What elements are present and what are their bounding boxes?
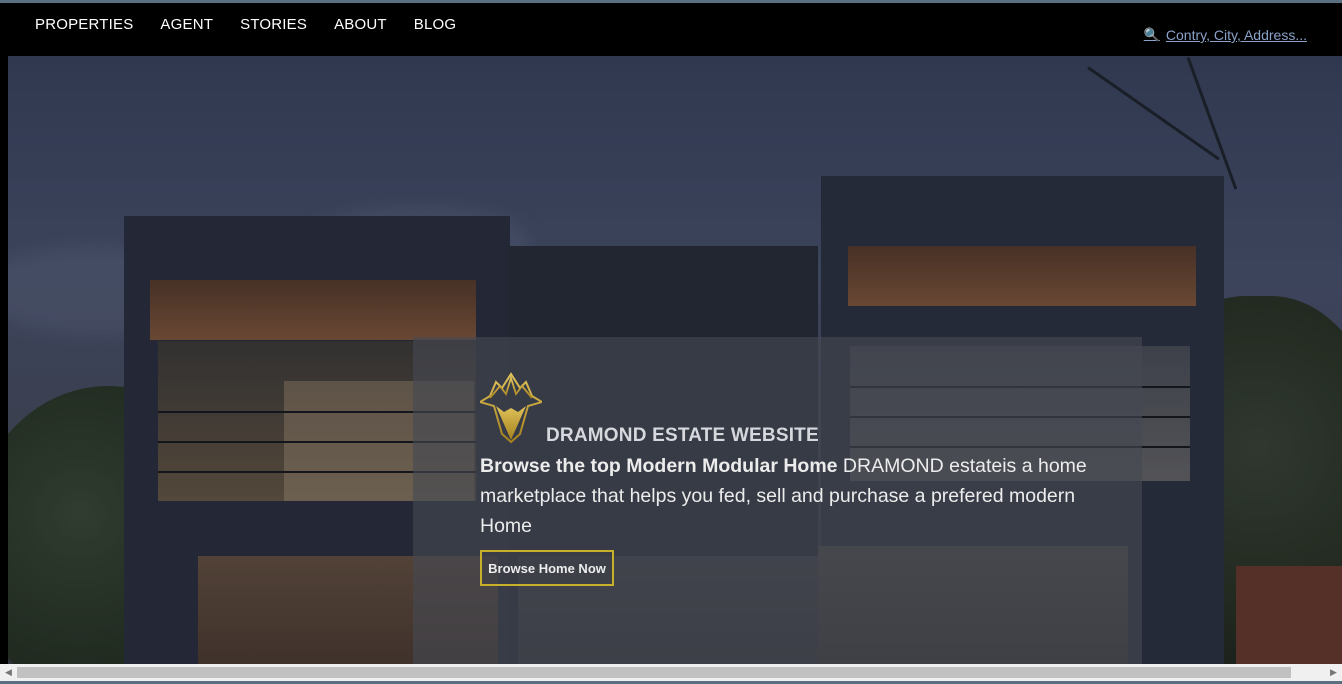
nav-item-about[interactable]: ABOUT [334,16,387,33]
headline-bold: Browse the top Modern Modular Home [480,455,838,477]
nav-item-blog[interactable]: BLOG [414,16,456,33]
scroll-right-arrow-icon[interactable]: ▶ [1325,664,1342,681]
nav-item-agent[interactable]: AGENT [160,16,213,33]
magnifier-icon: 🔍 [1143,27,1160,42]
search-link[interactable]: 🔍 Contry, City, Address... [1144,27,1307,43]
horizontal-scrollbar[interactable]: ◀ ▶ [0,664,1342,681]
scrollbar-thumb[interactable] [17,667,1291,678]
nav-item-properties[interactable]: PROPERTIES [35,16,133,33]
scroll-left-arrow-icon[interactable]: ◀ [0,664,17,681]
gold-crown-logo-icon [480,372,542,444]
hero-info-box: DRAMOND ESTATE WEBSITE Browse the top Mo… [413,337,1142,664]
nav-item-stories[interactable]: STORIES [240,16,307,33]
search-link-label: Contry, City, Address... [1165,27,1307,43]
top-navbar: PROPERTIES AGENT STORIES ABOUT BLOG 🔍 Co… [0,3,1342,56]
nav-links: PROPERTIES AGENT STORIES ABOUT BLOG [35,16,456,33]
browse-home-button[interactable]: Browse Home Now [480,550,614,586]
hero-headline: Browse the top Modern Modular Home DRAMO… [480,451,1100,541]
site-title: DRAMOND ESTATE WEBSITE [546,425,819,446]
